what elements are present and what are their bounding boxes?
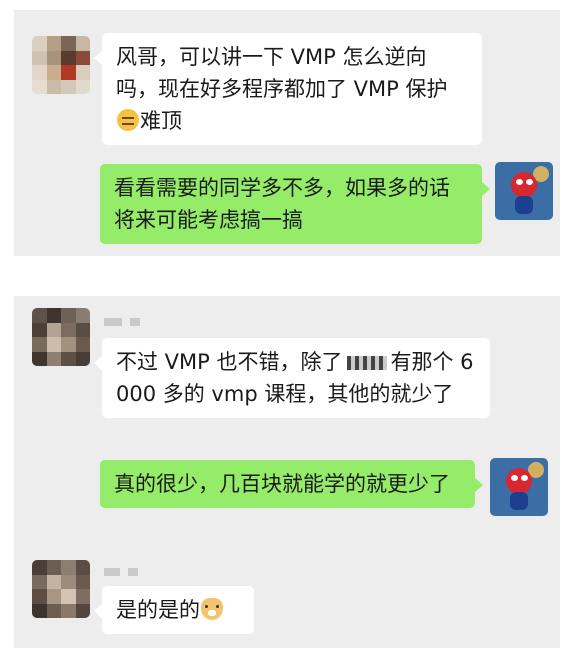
contact-avatar[interactable] [32, 308, 90, 366]
sender-name-redacted [104, 568, 164, 578]
spiderman-head-icon [506, 468, 532, 494]
message-bubble-incoming[interactable]: 不过 VMP 也不错，除了 有那个 6000 多的 vmp 课程，其他的就少了 [94, 338, 490, 418]
chat-panel-1: 风哥，可以讲一下 VMP 怎么逆向吗，现在好多程序都加了 VMP 保护难顶 看看… [14, 10, 560, 256]
message-text: 风哥，可以讲一下 VMP 怎么逆向吗，现在好多程序都加了 VMP 保护 [116, 45, 448, 101]
redacted-name [346, 356, 387, 370]
contact-avatar[interactable] [32, 36, 90, 94]
message-text: 是的是的 [116, 598, 200, 622]
message-bubble-incoming[interactable]: 是的是的 [94, 586, 254, 634]
message-text: 看看需要的同学多不多，如果多的话将来可能考虑搞一搞 [114, 176, 450, 232]
my-avatar-spiderman[interactable] [495, 162, 553, 220]
eye-icon [521, 475, 528, 481]
sender-name-redacted [104, 318, 164, 328]
message-text: 真的很少，几百块就能学的就更少了 [114, 472, 450, 496]
message-bubble-outgoing[interactable]: 看看需要的同学多不多，如果多的话将来可能考虑搞一搞 [100, 164, 490, 244]
message-bubble-incoming[interactable]: 风哥，可以讲一下 VMP 怎么逆向吗，现在好多程序都加了 VMP 保护难顶 [94, 33, 482, 145]
eye-icon [516, 179, 523, 185]
message-text: 不过 VMP 也不错，除了 [116, 350, 343, 374]
my-avatar-spiderman[interactable] [490, 458, 548, 516]
message-bubble-outgoing[interactable]: 真的很少，几百块就能学的就更少了 [100, 460, 483, 508]
chat-panel-2: 不过 VMP 也不错，除了 有那个 6000 多的 vmp 课程，其他的就少了 真… [14, 296, 560, 648]
spiderman-body-icon [515, 196, 533, 214]
doge-emoji [201, 598, 223, 620]
message-text: 难顶 [140, 109, 182, 133]
eye-icon [526, 179, 533, 185]
spiderman-body-icon [510, 492, 528, 510]
contact-avatar[interactable] [32, 560, 90, 618]
spiderman-head-icon [511, 172, 537, 198]
thinking-face-emoji [117, 109, 139, 131]
eye-icon [511, 475, 518, 481]
